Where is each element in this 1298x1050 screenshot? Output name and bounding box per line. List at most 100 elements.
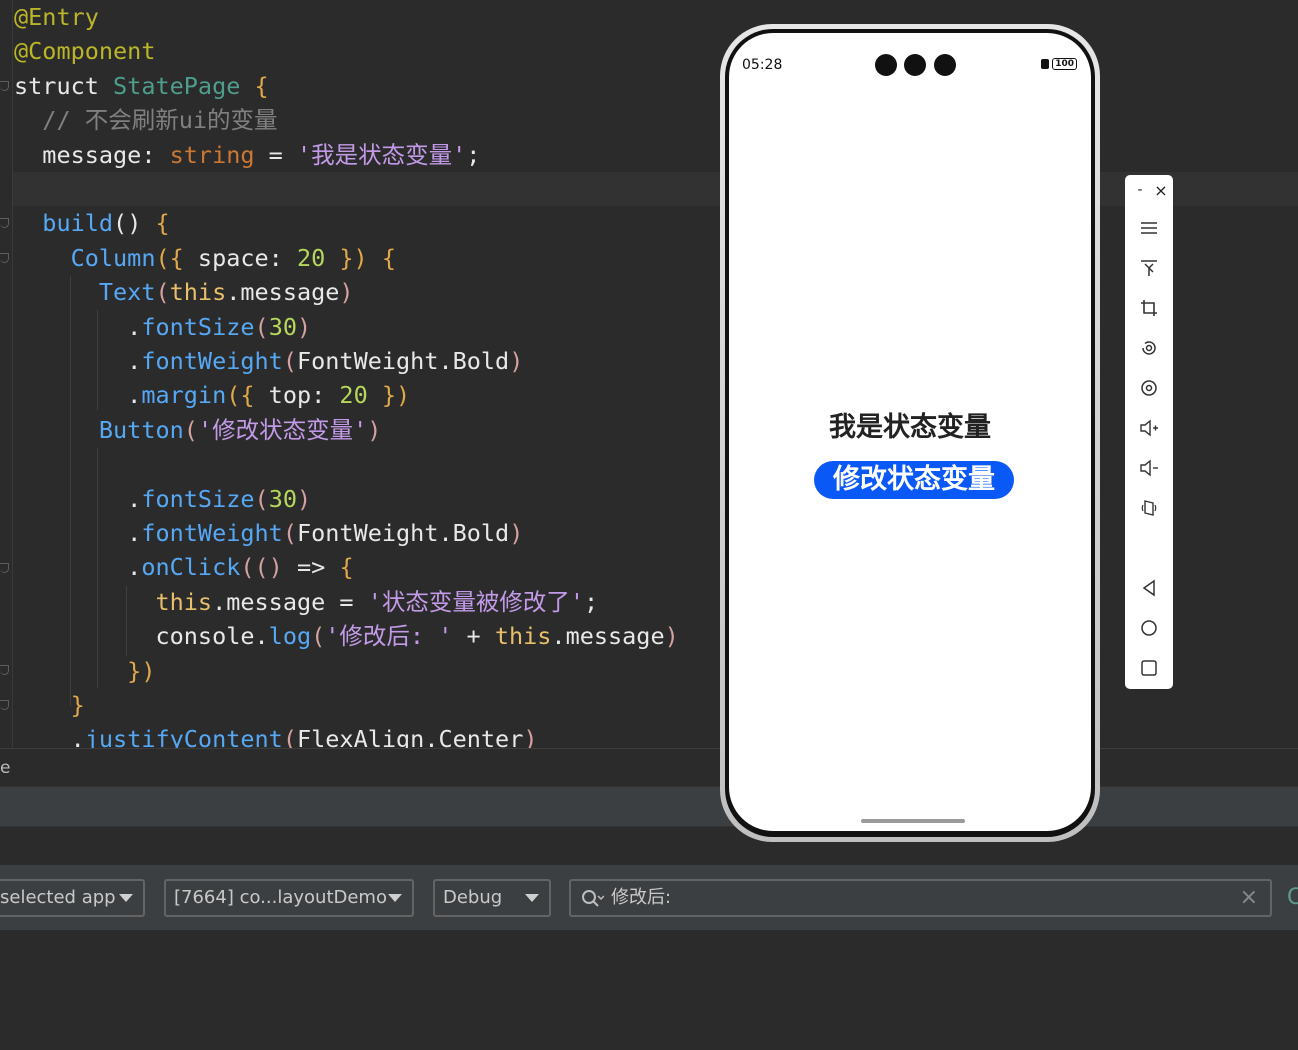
code-token: 20 xyxy=(296,243,326,272)
code-token: ( xyxy=(311,622,326,651)
code-line: .justifyContent(FlexAlign.Center) xyxy=(14,722,538,748)
code-token: { xyxy=(155,209,170,238)
code-token: . xyxy=(14,381,142,410)
current-line-highlight xyxy=(13,172,1298,206)
code-line: @Entry xyxy=(14,0,99,34)
fold-marker[interactable] xyxy=(0,253,9,263)
code-token: ( xyxy=(183,415,198,444)
pin-icon[interactable] xyxy=(1137,256,1161,280)
code-token: build xyxy=(14,209,114,238)
phone-screen[interactable]: 05:28 100 我是状态变量 修改状态变量 xyxy=(729,33,1091,831)
editor-gutter xyxy=(0,0,13,748)
status-text: e xyxy=(0,758,11,778)
code-editor[interactable]: @Entry @Component struct StatePage { // 不会… xyxy=(0,0,1298,748)
code-token: @Component xyxy=(14,37,156,66)
code-token: this xyxy=(14,587,213,616)
code-token: console. xyxy=(14,622,269,651)
code-token: { xyxy=(339,553,354,582)
code-token: FontWeight.Bold xyxy=(296,347,510,375)
log-search-input[interactable]: 修改后: × xyxy=(569,879,1272,917)
search-icon xyxy=(580,888,605,922)
code-token: fontWeight xyxy=(141,519,283,547)
code-token: '修改后: ' xyxy=(325,622,453,651)
code-token: StatePage xyxy=(113,71,241,100)
fold-marker[interactable] xyxy=(0,700,9,710)
code-token: ( xyxy=(254,484,269,513)
status-strip: e xyxy=(0,748,1298,787)
code-line: // 不会刷新ui的变量 xyxy=(14,103,278,137)
code-token: // 不会刷新ui的变量 xyxy=(14,106,278,135)
app-filter-value: selected app xyxy=(0,887,116,908)
code-token: ) xyxy=(296,312,312,341)
code-line: Text(this.message) xyxy=(14,275,354,309)
menu-icon[interactable] xyxy=(1137,216,1161,240)
code-token: onClick xyxy=(141,553,241,582)
refresh-icon[interactable]: C xyxy=(1287,879,1298,917)
code-token: (() xyxy=(240,553,283,582)
code-line: } xyxy=(14,688,85,722)
log-level-dropdown[interactable]: Debug xyxy=(433,879,551,917)
fold-icon[interactable] xyxy=(1137,496,1161,520)
code-token: ) xyxy=(664,622,679,651)
fold-marker[interactable] xyxy=(0,218,9,228)
code-token: string xyxy=(169,140,255,169)
camera-icon xyxy=(904,54,926,76)
rotate-icon[interactable] xyxy=(1137,336,1161,360)
code-token: Button xyxy=(14,415,184,444)
fold-marker[interactable] xyxy=(0,563,9,573)
close-button[interactable]: × xyxy=(1149,179,1173,201)
screenshot-icon[interactable] xyxy=(1137,376,1161,400)
home-icon[interactable] xyxy=(1137,616,1161,640)
status-bar-time: 05:28 xyxy=(742,57,783,73)
code-line: this.message = '状态变量被修改了'; xyxy=(14,585,598,619)
code-token: }) xyxy=(325,243,368,272)
code-token: ; xyxy=(584,587,599,616)
code-token: '修改状态变量' xyxy=(197,415,368,444)
app-filter-dropdown[interactable]: selected app xyxy=(0,879,145,917)
code-token: ( xyxy=(282,519,297,547)
recents-icon[interactable] xyxy=(1137,656,1161,680)
state-message-text: 我是状态变量 xyxy=(829,412,991,443)
code-token: . xyxy=(14,312,142,341)
volume-down-icon[interactable] xyxy=(1137,456,1161,480)
crop-icon[interactable] xyxy=(1137,296,1161,320)
code-token: FlexAlign.Center xyxy=(296,725,524,748)
logcat-toolbar: selected app [7664] co...layoutDemo Debu… xyxy=(0,864,1298,932)
code-token: => xyxy=(282,553,340,582)
home-indicator-bar[interactable] xyxy=(861,819,965,823)
code-line: Column({ space: 20 }) { xyxy=(14,241,396,275)
code-token: + xyxy=(452,622,495,651)
back-icon[interactable] xyxy=(1137,576,1161,600)
code-token: '状态变量被修改了' xyxy=(367,587,585,616)
code-token: ({ xyxy=(226,381,255,410)
close-icon: × xyxy=(1154,180,1168,200)
code-line: @Component xyxy=(14,34,155,68)
code-line: struct StatePage { xyxy=(14,69,269,103)
code-line: .onClick(() => { xyxy=(14,550,354,584)
code-token: . xyxy=(14,484,142,513)
clear-search-button[interactable]: × xyxy=(1240,881,1258,915)
modify-state-button[interactable]: 修改状态变量 xyxy=(814,461,1014,499)
code-token: message xyxy=(14,140,142,169)
volume-up-icon[interactable] xyxy=(1137,416,1161,440)
code-token: ) xyxy=(296,484,312,513)
process-dropdown[interactable]: [7664] co...layoutDemo xyxy=(164,879,414,917)
code-token: : xyxy=(141,140,170,169)
code-token: . xyxy=(14,553,142,582)
panel-spacer xyxy=(0,826,1298,865)
fold-marker[interactable] xyxy=(0,81,9,91)
phone-bezel: 05:28 100 我是状态变量 修改状态变量 xyxy=(725,29,1095,837)
code-token: 30 xyxy=(268,312,297,341)
code-token: ) xyxy=(509,519,524,547)
chevron-down-icon xyxy=(388,894,402,902)
log-level-value: Debug xyxy=(443,887,503,908)
camera-icon xyxy=(934,54,956,76)
code-token: .message = xyxy=(212,587,368,616)
fold-marker[interactable] xyxy=(0,665,9,675)
code-token: ) xyxy=(339,278,354,307)
code-line: .fontSize(30) xyxy=(14,310,311,344)
code-token: ( xyxy=(254,312,269,341)
code-line: console.log('修改后: ' + this.message) xyxy=(14,619,679,653)
code-token: margin xyxy=(141,381,227,410)
